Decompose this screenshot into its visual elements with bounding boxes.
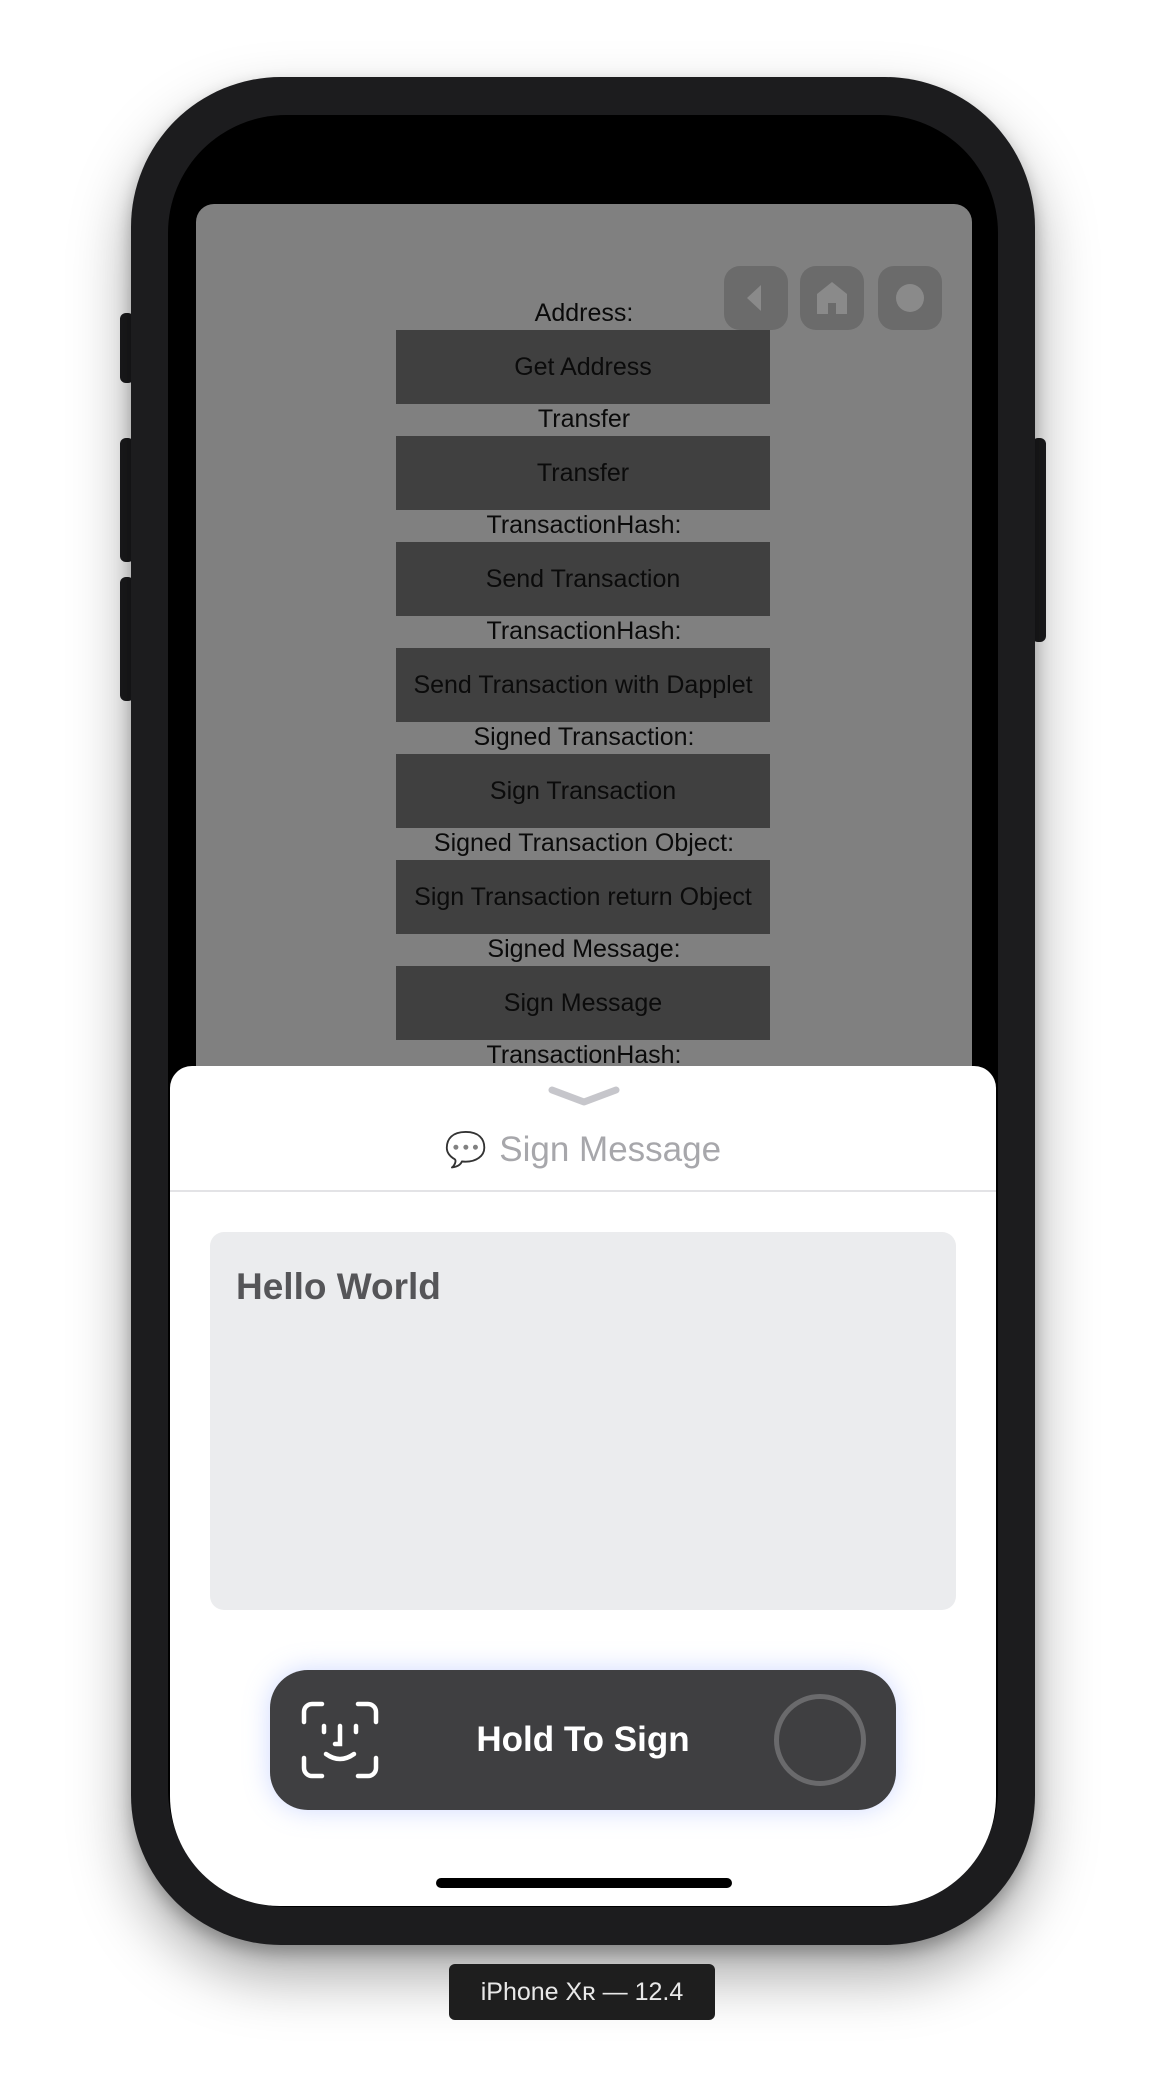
sheet-title-text: Sign Message — [499, 1130, 722, 1169]
sign-transaction-button[interactable]: Sign Transaction — [396, 754, 770, 828]
record-icon[interactable] — [878, 266, 942, 330]
back-icon[interactable] — [724, 266, 788, 330]
message-box: Hello World — [210, 1232, 956, 1610]
transfer-label: Transfer — [537, 405, 631, 433]
message-text: Hello World — [236, 1266, 441, 1307]
simulator-device-label: iPhone Xʀ — 12.4 — [449, 1964, 715, 2020]
hold-to-sign-button[interactable]: Hold To Sign — [270, 1670, 896, 1810]
notch — [352, 115, 816, 181]
speech-bubble-icon: 💬 — [444, 1131, 488, 1169]
signed-transaction-object-label: Signed Transaction Object: — [433, 829, 735, 857]
chevron-down-icon[interactable] — [548, 1086, 620, 1108]
send-transaction-dapplet-button[interactable]: Send Transaction with Dapplet — [396, 648, 770, 722]
sign-message-button[interactable]: Sign Message — [396, 966, 770, 1040]
divider — [170, 1190, 996, 1192]
transfer-button[interactable]: Transfer — [396, 436, 770, 510]
signed-message-label: Signed Message: — [487, 935, 681, 963]
sign-message-sheet: 💬 Sign Message Hello World Hold To Sign — [170, 1066, 996, 1906]
get-address-button[interactable]: Get Address — [396, 330, 770, 404]
hold-progress-ring — [774, 1694, 866, 1786]
transaction-hash-dapplet-label: TransactionHash: — [486, 617, 682, 645]
sign-transaction-object-button[interactable]: Sign Transaction return Object — [396, 860, 770, 934]
sheet-title: 💬 Sign Message — [170, 1130, 996, 1170]
home-icon[interactable] — [800, 266, 864, 330]
signed-transaction-label: Signed Transaction: — [473, 723, 695, 751]
send-transaction-button[interactable]: Send Transaction — [396, 542, 770, 616]
transaction-hash-label: TransactionHash: — [486, 511, 682, 539]
home-indicator[interactable] — [436, 1878, 732, 1888]
simulator-stage: Address: Get Address Transfer Transfer T… — [0, 0, 1168, 2096]
